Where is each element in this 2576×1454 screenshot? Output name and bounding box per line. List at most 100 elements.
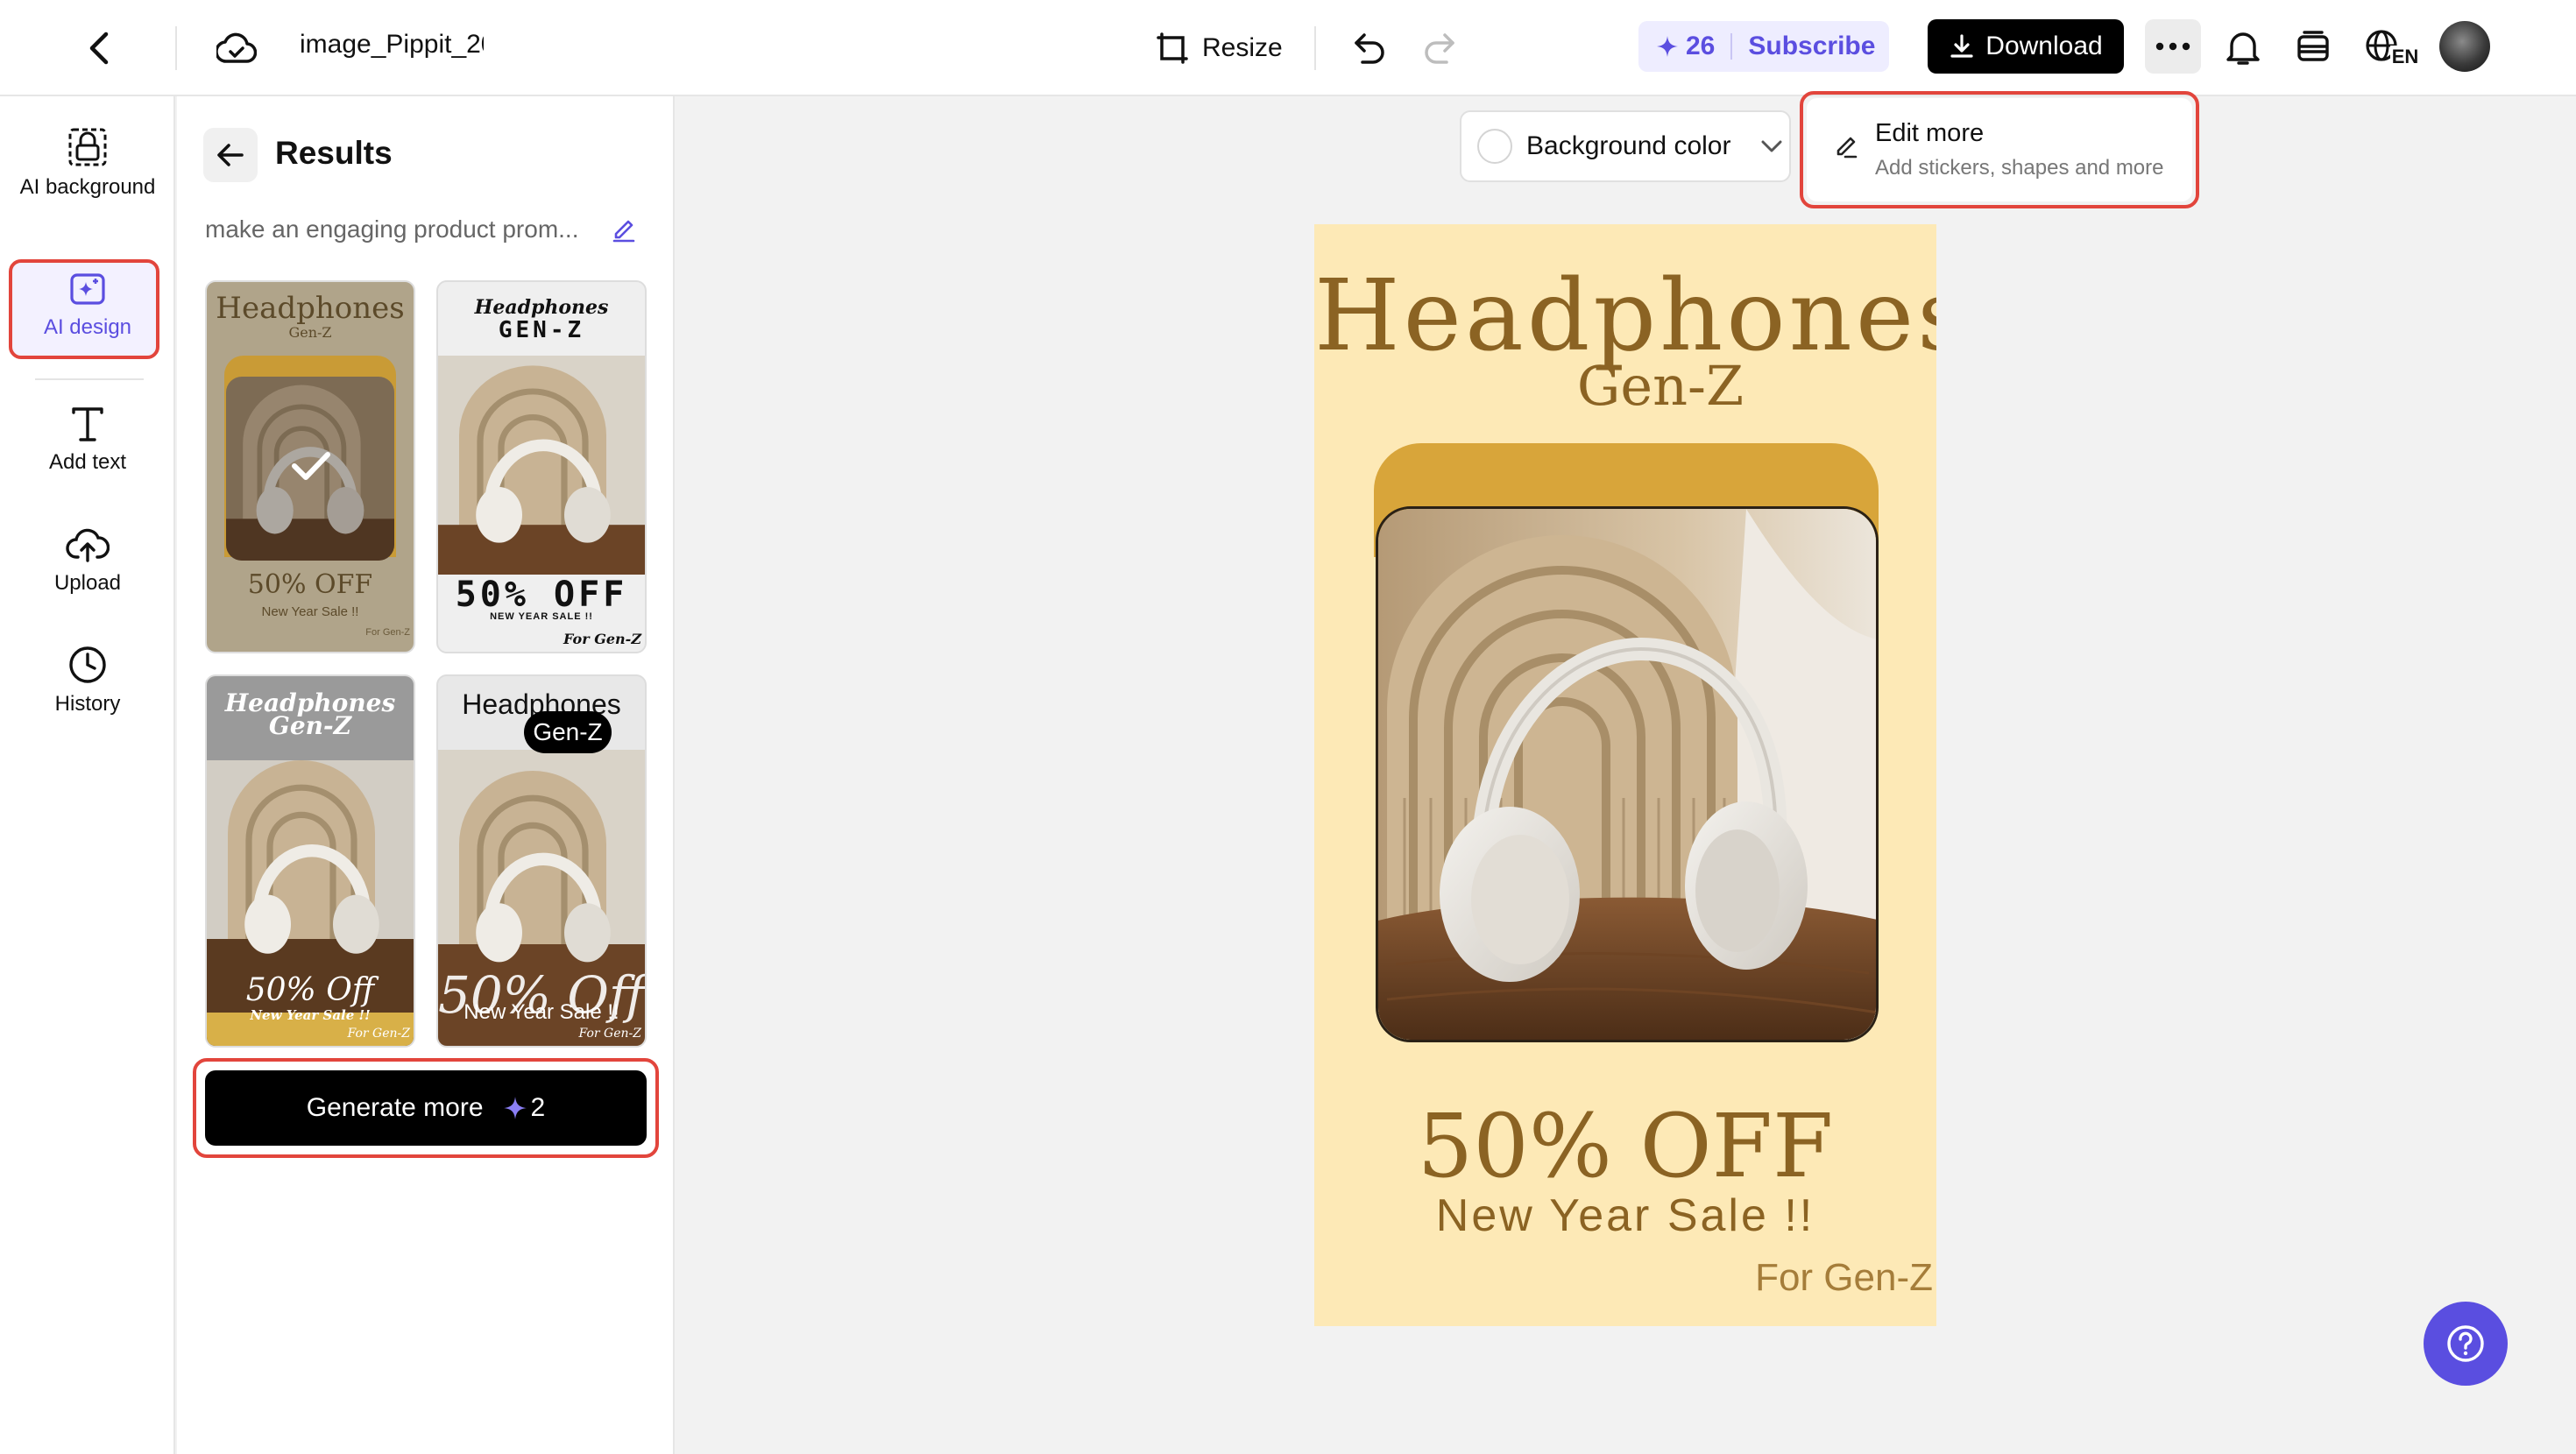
- results-panel: Results make an engaging product prom...…: [177, 96, 675, 1454]
- result-thumbnail-3[interactable]: Headphones Gen-Z 50% Off New Year Sale !…: [205, 674, 415, 1048]
- question-icon: [2447, 1325, 2484, 1362]
- language-button[interactable]: EN: [2360, 23, 2422, 72]
- checkmark-icon: [292, 452, 330, 480]
- tool-rail: AI background AI design Add text Upload …: [0, 96, 175, 1454]
- thumb-for: For Gen-Z: [365, 627, 410, 638]
- thumb-for: For Gen-Z: [578, 1027, 641, 1041]
- sparkle-icon: [503, 1097, 527, 1119]
- rail-item-history[interactable]: History: [9, 645, 166, 718]
- headphones-photo: [438, 356, 645, 575]
- result-thumbnail-2[interactable]: Headphones GEN-Z 50% OFF NEW YEAR SALE !…: [436, 280, 647, 653]
- resize-icon: [1157, 32, 1188, 64]
- text-icon: [72, 407, 103, 441]
- divider: [35, 378, 144, 380]
- resize-button[interactable]: Resize: [1155, 25, 1283, 72]
- generate-more-button[interactable]: Generate more 2: [205, 1070, 647, 1146]
- thumb-sale: New Year Sale !!: [261, 604, 359, 619]
- subscribe-link[interactable]: Subscribe: [1748, 32, 1875, 61]
- result-thumbnail-1[interactable]: Headphones Gen-Z 50% OFF New Year Sale !…: [205, 280, 415, 653]
- credits-subscribe-pill[interactable]: 26 Subscribe: [1638, 21, 1889, 72]
- language-code: EN: [2389, 46, 2419, 68]
- poster-offer[interactable]: 50% OFF: [1314, 1095, 1936, 1197]
- thumb-for: For Gen-Z: [563, 631, 641, 647]
- thumb-title: Headphones: [216, 291, 405, 326]
- ai-design-icon: [70, 273, 105, 305]
- poster-sale[interactable]: New Year Sale !!: [1314, 1189, 1936, 1242]
- rail-label: AI design: [43, 315, 132, 339]
- prompt-text: make an engaging product prom...: [205, 215, 579, 243]
- chevron-left-icon: [89, 32, 109, 65]
- background-color-label: Background color: [1526, 131, 1731, 160]
- more-horizontal-icon: [2155, 42, 2190, 51]
- more-options-button[interactable]: [2145, 19, 2201, 74]
- color-swatch: [1477, 129, 1512, 164]
- credits-count: 26: [1686, 32, 1716, 60]
- arrow-left-icon: [217, 144, 244, 166]
- poster-product-photo[interactable]: [1376, 506, 1879, 1042]
- chevron-down-icon: [1761, 140, 1782, 152]
- help-button[interactable]: [2424, 1302, 2508, 1386]
- thumb-photo: [438, 356, 645, 575]
- rail-label: History: [54, 692, 121, 716]
- rail-item-upload[interactable]: Upload: [9, 526, 166, 597]
- redo-button[interactable]: [1416, 26, 1463, 70]
- pencil-icon: [1836, 137, 1858, 159]
- poster-subtitle[interactable]: Gen-Z: [1314, 354, 1936, 418]
- thumb-title: Headphones: [474, 296, 609, 319]
- results-back-button[interactable]: [203, 128, 258, 182]
- thumb-offer: 50% Off: [245, 972, 375, 1008]
- background-color-dropdown[interactable]: Background color: [1460, 110, 1791, 182]
- file-title[interactable]: image_Pippit_20: [300, 30, 484, 60]
- design-canvas[interactable]: Headphones Gen-Z 50% OFF New Year Sale !…: [1314, 224, 1936, 1326]
- download-icon: [1950, 34, 1973, 58]
- result-thumbnail-4[interactable]: Headphones Gen-Z 50% Off New Year Sale !…: [436, 674, 647, 1048]
- edit-prompt-button[interactable]: [606, 212, 641, 247]
- headphones-photo: [1378, 509, 1876, 1040]
- rail-item-add-text[interactable]: Add text: [9, 405, 166, 476]
- rail-label: AI background: [19, 175, 156, 199]
- avatar[interactable]: [2439, 21, 2490, 72]
- pencil-icon: [612, 220, 635, 243]
- redo-icon: [1425, 33, 1454, 64]
- thumb-for: For Gen-Z: [347, 1027, 410, 1041]
- divider: [1314, 26, 1316, 70]
- generate-cost-value: 2: [530, 1093, 546, 1122]
- thumb-sale: New Year Sale !!: [464, 1000, 619, 1024]
- resize-label: Resize: [1202, 33, 1283, 62]
- divider: [1730, 33, 1733, 60]
- sparkle-icon: [1657, 36, 1678, 57]
- upload-cloud-icon: [66, 528, 110, 562]
- stack-icon: [2297, 31, 2329, 61]
- thumb-offer: 50% OFF: [247, 569, 373, 600]
- back-button[interactable]: [74, 26, 126, 70]
- cloud-check-icon: [216, 32, 257, 63]
- download-label: Download: [1985, 32, 2103, 60]
- rail-item-ai-background[interactable]: AI background: [9, 126, 166, 201]
- thumb-sale: NEW YEAR SALE !!: [490, 611, 593, 622]
- thumb-offer: 50% OFF: [455, 575, 628, 615]
- divider: [175, 26, 177, 70]
- edit-more-button[interactable]: Edit more Add stickers, shapes and more: [1807, 98, 2192, 201]
- download-button[interactable]: Download: [1928, 19, 2124, 74]
- layers-button[interactable]: [2289, 23, 2338, 72]
- generate-more-label: Generate more: [306, 1093, 484, 1122]
- cloud-save-status[interactable]: [209, 25, 265, 72]
- panel-title: Results: [275, 135, 393, 171]
- poster-for[interactable]: For Gen-Z: [1755, 1256, 1933, 1300]
- edit-more-subtitle: Add stickers, shapes and more: [1875, 156, 2164, 180]
- rail-label: Add text: [48, 450, 127, 474]
- top-bar: image_Pippit_20 Resize 26 Subscribe Down…: [0, 0, 2576, 96]
- edit-more-title: Edit more: [1875, 119, 1985, 147]
- ai-background-icon: [68, 128, 107, 166]
- generate-cost: 2: [503, 1093, 546, 1123]
- thumb-subtitle: GEN-Z: [498, 317, 585, 343]
- rail-item-ai-design[interactable]: AI design: [9, 270, 166, 342]
- undo-button[interactable]: [1346, 26, 1393, 70]
- thumb-sale: New Year Sale !!: [250, 1007, 371, 1023]
- rail-label: Upload: [53, 571, 122, 595]
- notifications-button[interactable]: [2219, 23, 2268, 72]
- thumb-subtitle: Gen-Z: [524, 711, 612, 753]
- thumb-subtitle: Gen-Z: [268, 711, 352, 740]
- bell-icon: [2226, 32, 2260, 65]
- undo-icon: [1355, 33, 1384, 64]
